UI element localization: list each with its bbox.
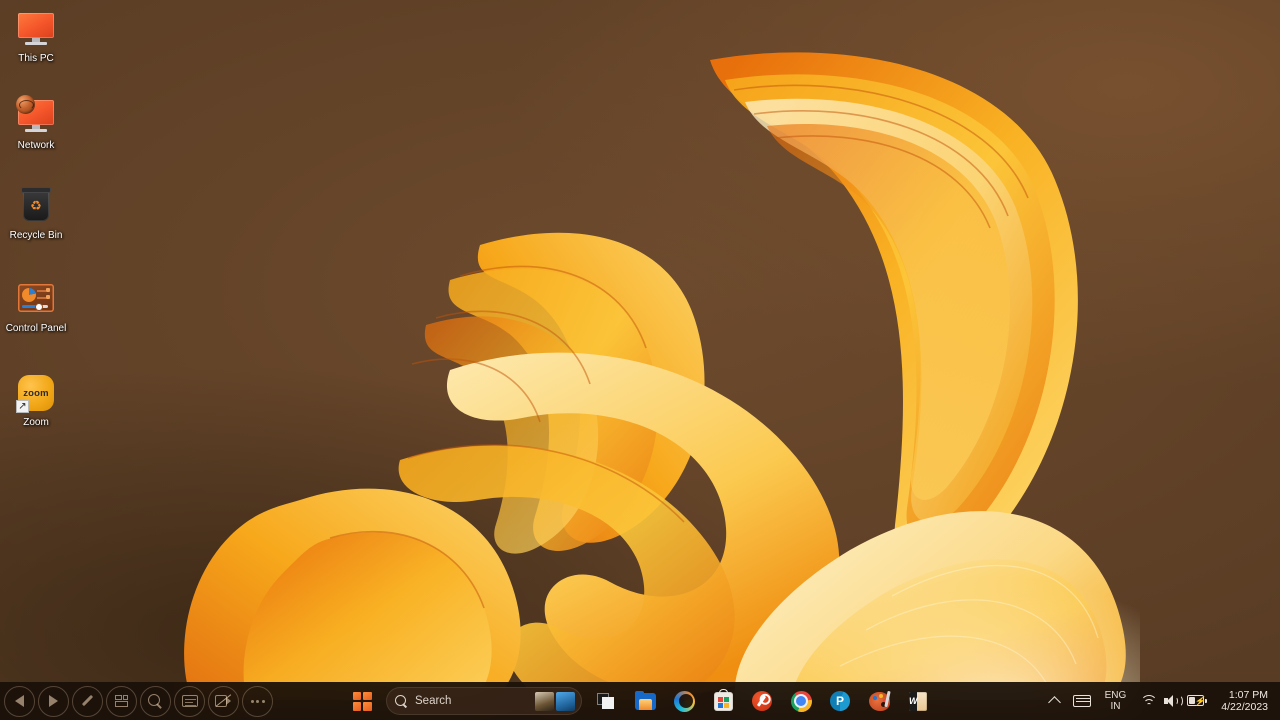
search-recent-thumbnails[interactable]	[535, 692, 575, 711]
recycle-bin-icon: ♻	[15, 185, 57, 227]
triangle-left-icon	[15, 695, 24, 707]
recent-item-laptop-thumbnail[interactable]	[535, 692, 554, 711]
shortcut-arrow-icon: ↗	[16, 400, 29, 413]
desktop-icon-label: This PC	[18, 53, 54, 64]
desktop-icon-control-panel[interactable]: Control Panel	[0, 278, 72, 334]
taskbar-item-powerpoint[interactable]	[825, 686, 855, 716]
taskbar-item-task-view[interactable]	[591, 686, 621, 716]
edge-icon	[673, 690, 695, 712]
taskbar-item-edge[interactable]	[669, 686, 699, 716]
powerpoint-icon	[830, 691, 850, 711]
system-tray: ENG IN ⚡ 1:07 PM 4/22/2023	[1044, 682, 1274, 720]
taskbar-center-group: Search P W	[347, 686, 933, 716]
tray-language-button[interactable]: ENG IN	[1099, 686, 1133, 716]
word-letter: W	[909, 691, 918, 711]
monitor-icon	[15, 8, 57, 50]
desktop-icon-network[interactable]: Network	[0, 95, 72, 151]
recorder-layout-button[interactable]	[106, 685, 137, 717]
taskbar-item-file-explorer[interactable]	[630, 686, 660, 716]
recorder-magnifier-button[interactable]	[140, 685, 171, 717]
search-placeholder: Search	[415, 695, 452, 707]
clock-time: 1:07 PM	[1228, 689, 1268, 701]
clock-date: 4/22/2023	[1221, 701, 1268, 713]
start-button[interactable]	[347, 686, 377, 716]
keyboard-icon	[1072, 695, 1091, 707]
chevron-up-icon	[1047, 696, 1061, 709]
clock-button[interactable]: 1:07 PM 4/22/2023	[1215, 689, 1274, 713]
recorder-whiteboard-button[interactable]	[174, 685, 205, 717]
language-region: IN	[1110, 701, 1121, 712]
desktop-icon-label: Recycle Bin	[9, 230, 63, 241]
ellipsis-icon	[250, 699, 265, 703]
recorder-toolbar	[4, 682, 273, 720]
task-view-icon	[596, 692, 616, 710]
recorder-previous-button[interactable]	[4, 685, 35, 717]
recorder-play-button[interactable]	[38, 685, 69, 717]
whiteboard-icon	[181, 695, 198, 707]
control-panel-icon	[15, 278, 57, 320]
magnifier-icon	[148, 693, 163, 709]
recorder-more-options-button[interactable]	[242, 685, 273, 717]
folder-icon	[634, 690, 656, 710]
wifi-icon	[1140, 694, 1158, 708]
search-input[interactable]: Search	[386, 687, 582, 715]
speaker-icon	[1164, 694, 1184, 708]
taskbar-item-word[interactable]: W	[903, 686, 933, 716]
desktop-icon-label: Zoom	[23, 417, 49, 428]
zoom-app-icon: zoom ↗	[15, 372, 57, 414]
language-primary: ENG	[1104, 690, 1127, 701]
taskbar-item-paint[interactable]	[864, 686, 894, 716]
chrome-icon	[790, 690, 812, 712]
desktop-icon-recycle-bin[interactable]: ♻ Recycle Bin	[0, 185, 72, 241]
triangle-right-icon	[49, 695, 58, 707]
desktop-wallpaper[interactable]: This PC Network ♻ Recycle Bin Control Pa…	[0, 0, 1280, 720]
desktop-icon-this-pc[interactable]: This PC	[0, 8, 72, 64]
tray-overflow-button[interactable]	[1044, 686, 1065, 716]
recent-item-screen-thumbnail[interactable]	[556, 692, 575, 711]
windows-logo-icon	[352, 691, 372, 711]
battery-charging-icon: ⚡	[1187, 695, 1207, 707]
tray-quick-settings-button[interactable]: ⚡	[1134, 686, 1213, 716]
layout-grid-icon	[114, 694, 129, 708]
taskbar-item-store[interactable]	[708, 686, 738, 716]
wrench-icon	[752, 691, 772, 711]
store-icon	[713, 688, 733, 711]
network-monitor-globe-icon	[15, 95, 57, 137]
pen-icon	[80, 694, 95, 709]
paint-palette-icon	[868, 690, 891, 711]
search-icon	[395, 694, 408, 708]
tray-ime-button[interactable]	[1067, 686, 1097, 716]
camera-off-icon	[215, 694, 232, 708]
desktop-icon-label: Control Panel	[5, 323, 67, 334]
bloom-wallpaper-artwork	[184, 52, 1140, 700]
desktop-icon-label: Network	[17, 140, 55, 151]
taskbar-item-repair-tool[interactable]	[747, 686, 777, 716]
recorder-camera-off-button[interactable]	[208, 685, 239, 717]
desktop-icon-zoom[interactable]: zoom ↗ Zoom	[0, 372, 72, 428]
word-icon: W	[909, 691, 927, 711]
taskbar-item-chrome[interactable]	[786, 686, 816, 716]
recorder-pen-button[interactable]	[72, 685, 103, 717]
